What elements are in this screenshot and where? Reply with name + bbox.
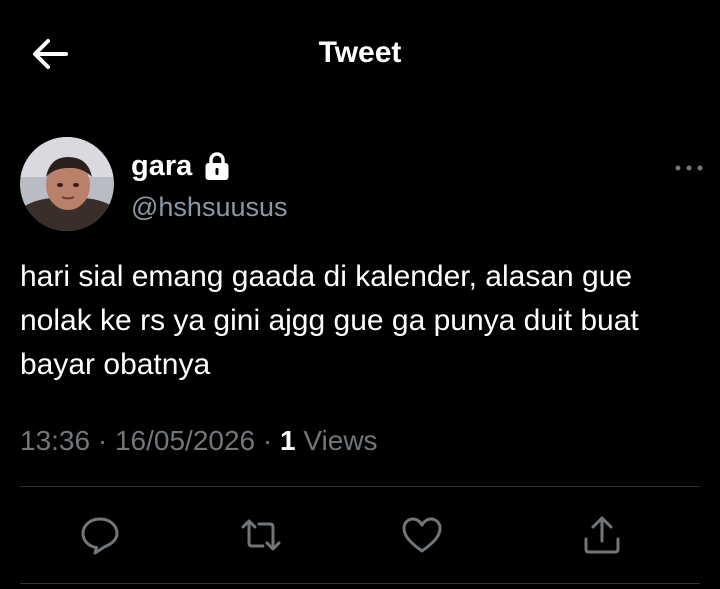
reply-icon [81, 517, 119, 555]
tweet-metadata: 13:36 · 16/05/2026 · 1 Views [20, 425, 378, 457]
retweet-icon [241, 519, 281, 551]
tweet-time[interactable]: 13:36 [20, 425, 90, 456]
author-name-row: gara [131, 148, 230, 184]
lock-icon [204, 151, 230, 181]
like-icon [402, 517, 442, 553]
views-count[interactable]: 1 [280, 425, 296, 456]
divider [20, 583, 700, 584]
meta-separator: · [262, 425, 273, 456]
retweet-button[interactable] [239, 513, 283, 557]
share-button[interactable] [580, 513, 624, 557]
meta-separator: · [97, 425, 108, 456]
action-bar [0, 495, 720, 575]
views-label[interactable]: Views [303, 425, 377, 456]
more-horizontal-icon [675, 165, 703, 171]
user-handle[interactable]: @hshsuusus [131, 192, 288, 223]
reply-button[interactable] [78, 513, 122, 557]
like-button[interactable] [400, 513, 444, 557]
divider [20, 486, 700, 487]
page-title: Tweet [318, 36, 402, 69]
avatar[interactable] [20, 137, 114, 231]
top-bar: Tweet [0, 0, 720, 108]
more-options-button[interactable] [672, 158, 706, 178]
tweet-date[interactable]: 16/05/2026 [115, 425, 255, 456]
share-icon [584, 516, 620, 554]
display-name[interactable]: gara [131, 150, 192, 183]
avatar-image [20, 137, 114, 231]
tweet-text: hari sial emang gaada di kalender, alasa… [20, 260, 639, 381]
